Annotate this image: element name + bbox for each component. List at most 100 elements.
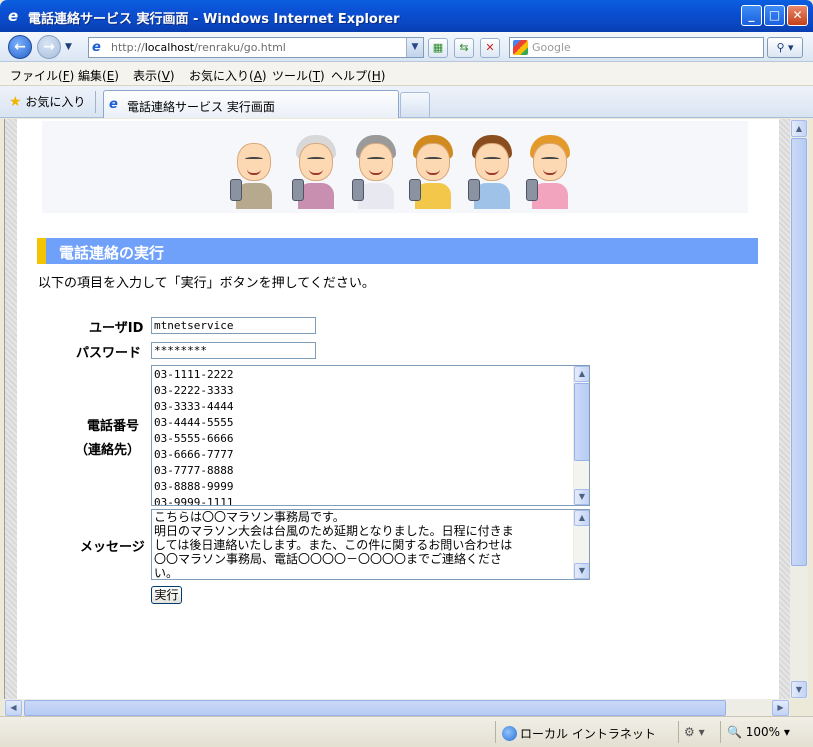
phone-number-line: 03-8888-9999: [154, 480, 234, 493]
window-title: 電話連絡サービス 実行画面 - Windows Internet Explore…: [28, 12, 400, 27]
phone-number-line: 03-7777-8888: [154, 464, 234, 477]
phone-textarea-scrollbar[interactable]: ▲ ▼: [573, 366, 589, 505]
security-zone[interactable]: ローカル イントラネット: [502, 725, 656, 742]
page-scroll-thumb[interactable]: [791, 138, 807, 566]
phone-number-line: 03-4444-5555: [154, 416, 234, 429]
scrollbar-corner: [790, 699, 808, 716]
message-line: こちらは〇〇マラソン事務局です。: [154, 510, 345, 524]
google-icon: [513, 40, 528, 55]
favorites-button[interactable]: ★ お気に入り: [9, 93, 85, 110]
message-text: こちらは〇〇マラソン事務局です。 明日のマラソン大会は台風のため延期となりました。…: [154, 510, 514, 580]
scroll-down-arrow-icon[interactable]: ▼: [574, 563, 589, 579]
minimize-button[interactable]: _: [741, 5, 762, 26]
page-hscroll-thumb[interactable]: [24, 700, 726, 716]
recent-pages-dropdown-icon[interactable]: ▼: [65, 42, 72, 52]
tab-label: 電話連絡サービス 実行画面: [127, 100, 275, 114]
scroll-up-arrow-icon[interactable]: ▲: [574, 510, 589, 526]
menu-bar: ファイル(F) 編集(E) 表示(V) お気に入り(A) ツール(T) ヘルプ(…: [0, 62, 813, 86]
phone-label: 電話番号: [87, 419, 140, 434]
left-frame-edge: [5, 119, 17, 699]
message-label: メッセージ: [80, 540, 145, 555]
menu-help[interactable]: ヘルプ(H): [331, 67, 385, 84]
user-id-label: ユーザID: [89, 321, 144, 336]
search-button[interactable]: ⚲ ▾: [767, 37, 803, 58]
new-tab-button[interactable]: [400, 92, 430, 117]
page-scroll-left-icon[interactable]: ◀: [5, 700, 22, 716]
tab-bar: ★ お気に入り e 電話連絡サービス 実行画面: [0, 86, 813, 118]
message-line: 〇〇マラソン事務局、電話〇〇〇〇－〇〇〇〇までご連絡くださ: [154, 552, 503, 566]
search-input[interactable]: Google: [509, 37, 764, 58]
status-bar: ローカル イントラネット ⚙ ▾ 🔍 100% ▾: [0, 716, 813, 747]
menu-view[interactable]: 表示(V): [133, 67, 175, 84]
page-scroll-down-icon[interactable]: ▼: [791, 681, 807, 698]
person-figure-5: [468, 135, 516, 209]
address-url[interactable]: http://localhost/renraku/go.html: [111, 41, 286, 54]
star-icon: ★: [9, 94, 22, 110]
back-button[interactable]: ←: [8, 35, 32, 59]
close-button[interactable]: ✕: [787, 5, 808, 26]
message-line: い。: [154, 566, 179, 580]
title-bar: e 電話連絡サービス 実行画面 - Windows Internet Explo…: [0, 0, 813, 32]
phone-label-sub: （連絡先）: [75, 443, 141, 458]
address-bar[interactable]: e http://localhost/renraku/go.html ▼: [88, 37, 424, 58]
message-line: 明日のマラソン大会は台風のため延期となりました。日程に付きま: [154, 524, 514, 538]
tab-separator: [95, 91, 96, 113]
person-figure-1: [230, 135, 278, 209]
menu-tools[interactable]: ツール(T): [272, 67, 325, 84]
person-figure-2: [292, 135, 340, 209]
header-banner-image: [42, 121, 748, 213]
phone-number-line: 03-5555-6666: [154, 432, 234, 445]
page-scroll-up-icon[interactable]: ▲: [791, 120, 807, 137]
message-line: しては後日連絡いたします。また、この件に関するお問い合わせは: [154, 538, 513, 552]
password-input[interactable]: ********: [151, 342, 316, 359]
status-separator: [720, 721, 721, 743]
message-textarea-scrollbar[interactable]: ▲ ▼: [573, 510, 589, 579]
page-scroll-right-icon[interactable]: ▶: [772, 700, 789, 716]
phone-numbers-textarea[interactable]: 03-1111-2222 03-2222-3333 03-3333-4444 03-4…: [151, 365, 590, 506]
password-label: パスワード: [76, 346, 142, 361]
intranet-globe-icon: [502, 726, 517, 741]
scroll-up-arrow-icon[interactable]: ▲: [574, 366, 589, 382]
scroll-thumb[interactable]: [574, 383, 589, 461]
person-figure-3: [352, 135, 400, 209]
security-zone-label: ローカル イントラネット: [520, 727, 656, 741]
user-id-input[interactable]: mtnetservice: [151, 317, 316, 334]
navigation-bar: ← → ▼ e http://localhost/renraku/go.html…: [0, 32, 813, 62]
phone-numbers-list: 03-1111-2222 03-2222-3333 03-3333-4444 03-4…: [154, 367, 234, 506]
person-figure-4: [409, 135, 457, 209]
refresh-icon[interactable]: ⇆: [454, 38, 474, 58]
menu-file[interactable]: ファイル(F): [10, 67, 74, 84]
submit-button[interactable]: 実行: [151, 586, 182, 604]
stop-icon[interactable]: ✕: [480, 38, 500, 58]
protected-mode-icon[interactable]: ⚙ ▾: [684, 725, 705, 739]
person-figure-6: [526, 135, 574, 209]
right-frame-edge: [779, 119, 790, 699]
phone-number-line: 03-1111-2222: [154, 368, 234, 381]
zoom-control[interactable]: 🔍 100% ▾: [727, 725, 790, 739]
compatibility-view-icon[interactable]: ▦: [428, 38, 448, 58]
search-placeholder: Google: [532, 41, 571, 54]
status-separator: [495, 721, 496, 743]
page-horizontal-scrollbar[interactable]: ◀ ▶: [4, 699, 790, 716]
ie-logo-icon: e: [8, 7, 19, 25]
phone-number-line: 03-2222-3333: [154, 384, 234, 397]
phone-number-line: 03-9999-1111: [154, 496, 234, 506]
page-vertical-scrollbar[interactable]: ▲ ▼: [790, 119, 808, 699]
scroll-down-arrow-icon[interactable]: ▼: [574, 489, 589, 505]
message-textarea[interactable]: こちらは〇〇マラソン事務局です。 明日のマラソン大会は台風のため延期となりました。…: [151, 509, 590, 580]
favorites-label: お気に入り: [25, 95, 86, 109]
page-icon: e: [92, 40, 101, 55]
address-dropdown-icon[interactable]: ▼: [406, 38, 423, 57]
phone-number-line: 03-3333-4444: [154, 400, 234, 413]
phone-number-line: 03-6666-7777: [154, 448, 234, 461]
menu-edit[interactable]: 編集(E): [78, 67, 119, 84]
section-header: 電話連絡の実行: [37, 238, 758, 264]
menu-favorites[interactable]: お気に入り(A): [189, 67, 267, 84]
page-content: 電話連絡の実行 以下の項目を入力して「実行」ボタンを押してください。 ユーザID…: [4, 119, 790, 699]
forward-button[interactable]: →: [37, 35, 61, 59]
instructions-text: 以下の項目を入力して「実行」ボタンを押してください。: [38, 276, 375, 291]
section-header-accent: [37, 238, 46, 264]
maximize-button[interactable]: □: [764, 5, 785, 26]
tab-page-icon: e: [109, 97, 118, 112]
tab-active[interactable]: e 電話連絡サービス 実行画面: [103, 90, 399, 118]
